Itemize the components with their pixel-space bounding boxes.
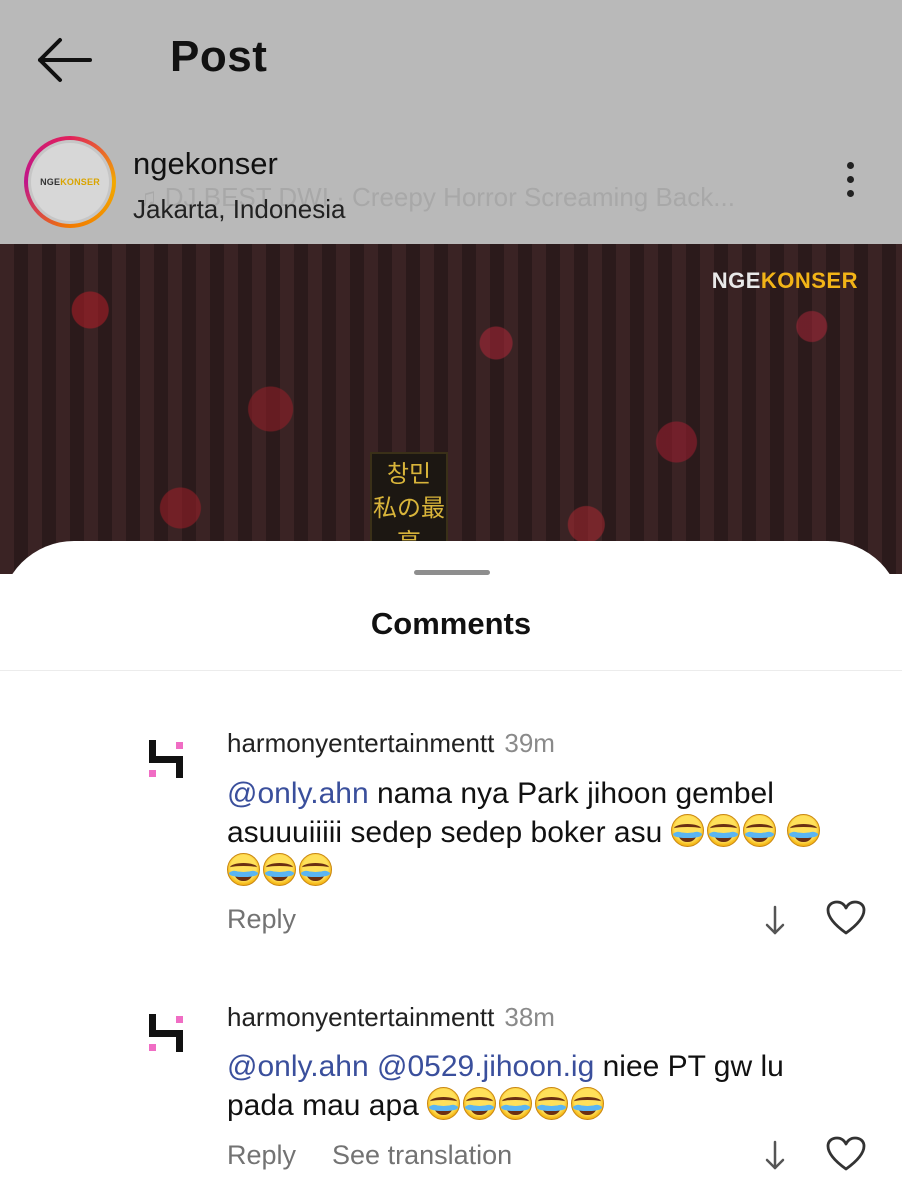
back-button[interactable]	[34, 36, 96, 84]
face-with-tears-of-joy-icon	[227, 853, 260, 886]
sheet-title: Comments	[370, 606, 532, 641]
face-with-tears-of-joy-icon	[535, 1087, 569, 1120]
see-translation-button[interactable]: See translation	[332, 1140, 512, 1170]
comment-time: 39m	[504, 728, 555, 758]
mention-link[interactable]: @only.ahn	[227, 777, 369, 810]
comment-text: @only.ahn @0529.jihoon.ig niee PT gw lu …	[227, 1050, 784, 1122]
face-with-tears-of-joy-icon	[706, 814, 740, 847]
arrow-left-icon	[38, 38, 92, 82]
ngekonser-logo: NGEKONSER	[40, 177, 100, 187]
comment-actions: Reply	[227, 904, 296, 935]
image-watermark: NGEKONSER	[711, 268, 858, 293]
comment-actions: Reply See translation	[227, 1140, 512, 1171]
heart-icon[interactable]	[826, 900, 866, 936]
post-location[interactable]: Jakarta, Indonesia	[133, 194, 345, 225]
more-options-button[interactable]	[840, 162, 860, 206]
post-author-avatar[interactable]: NGEKONSER	[24, 136, 116, 228]
app-header: Post	[0, 0, 902, 118]
face-with-tears-of-joy-icon	[499, 1087, 533, 1120]
more-vertical-icon	[846, 162, 854, 169]
comment-username[interactable]: harmonyentertainmentt 39m	[227, 728, 555, 759]
face-with-tears-of-joy-icon	[463, 1087, 497, 1120]
reply-button[interactable]: Reply	[227, 1140, 296, 1170]
comment-username[interactable]: harmonyentertainmentt 38m	[227, 1002, 555, 1033]
post-author-username[interactable]: ngekonser	[133, 146, 278, 182]
comment-time: 38m	[504, 1002, 555, 1032]
face-with-tears-of-joy-icon	[427, 1087, 461, 1120]
sheet-drag-handle[interactable]	[414, 570, 490, 575]
reply-button[interactable]: Reply	[227, 904, 296, 934]
face-with-tears-of-joy-icon	[571, 1087, 605, 1120]
heart-icon[interactable]	[826, 1136, 866, 1172]
harmony-logo-avatar[interactable]	[147, 1014, 185, 1052]
arrow-down-icon[interactable]	[762, 903, 788, 937]
harmony-logo-avatar[interactable]	[147, 740, 185, 778]
page-title: Post	[170, 32, 268, 81]
comment-text: @only.ahn nama nya Park jihoon gembel as…	[227, 774, 857, 891]
mention-link[interactable]: @0529.jihoon.ig	[377, 1050, 594, 1083]
mention-link[interactable]: @only.ahn	[227, 1050, 369, 1083]
divider	[0, 670, 902, 671]
face-with-tears-of-joy-icon	[670, 814, 704, 847]
arrow-down-icon[interactable]	[762, 1138, 788, 1172]
face-with-tears-of-joy-icon	[786, 814, 820, 847]
fan-banner: 창민 私の最高	[370, 452, 448, 556]
face-with-tears-of-joy-icon	[263, 853, 296, 886]
face-with-tears-of-joy-icon	[742, 814, 776, 847]
face-with-tears-of-joy-icon	[299, 853, 332, 886]
